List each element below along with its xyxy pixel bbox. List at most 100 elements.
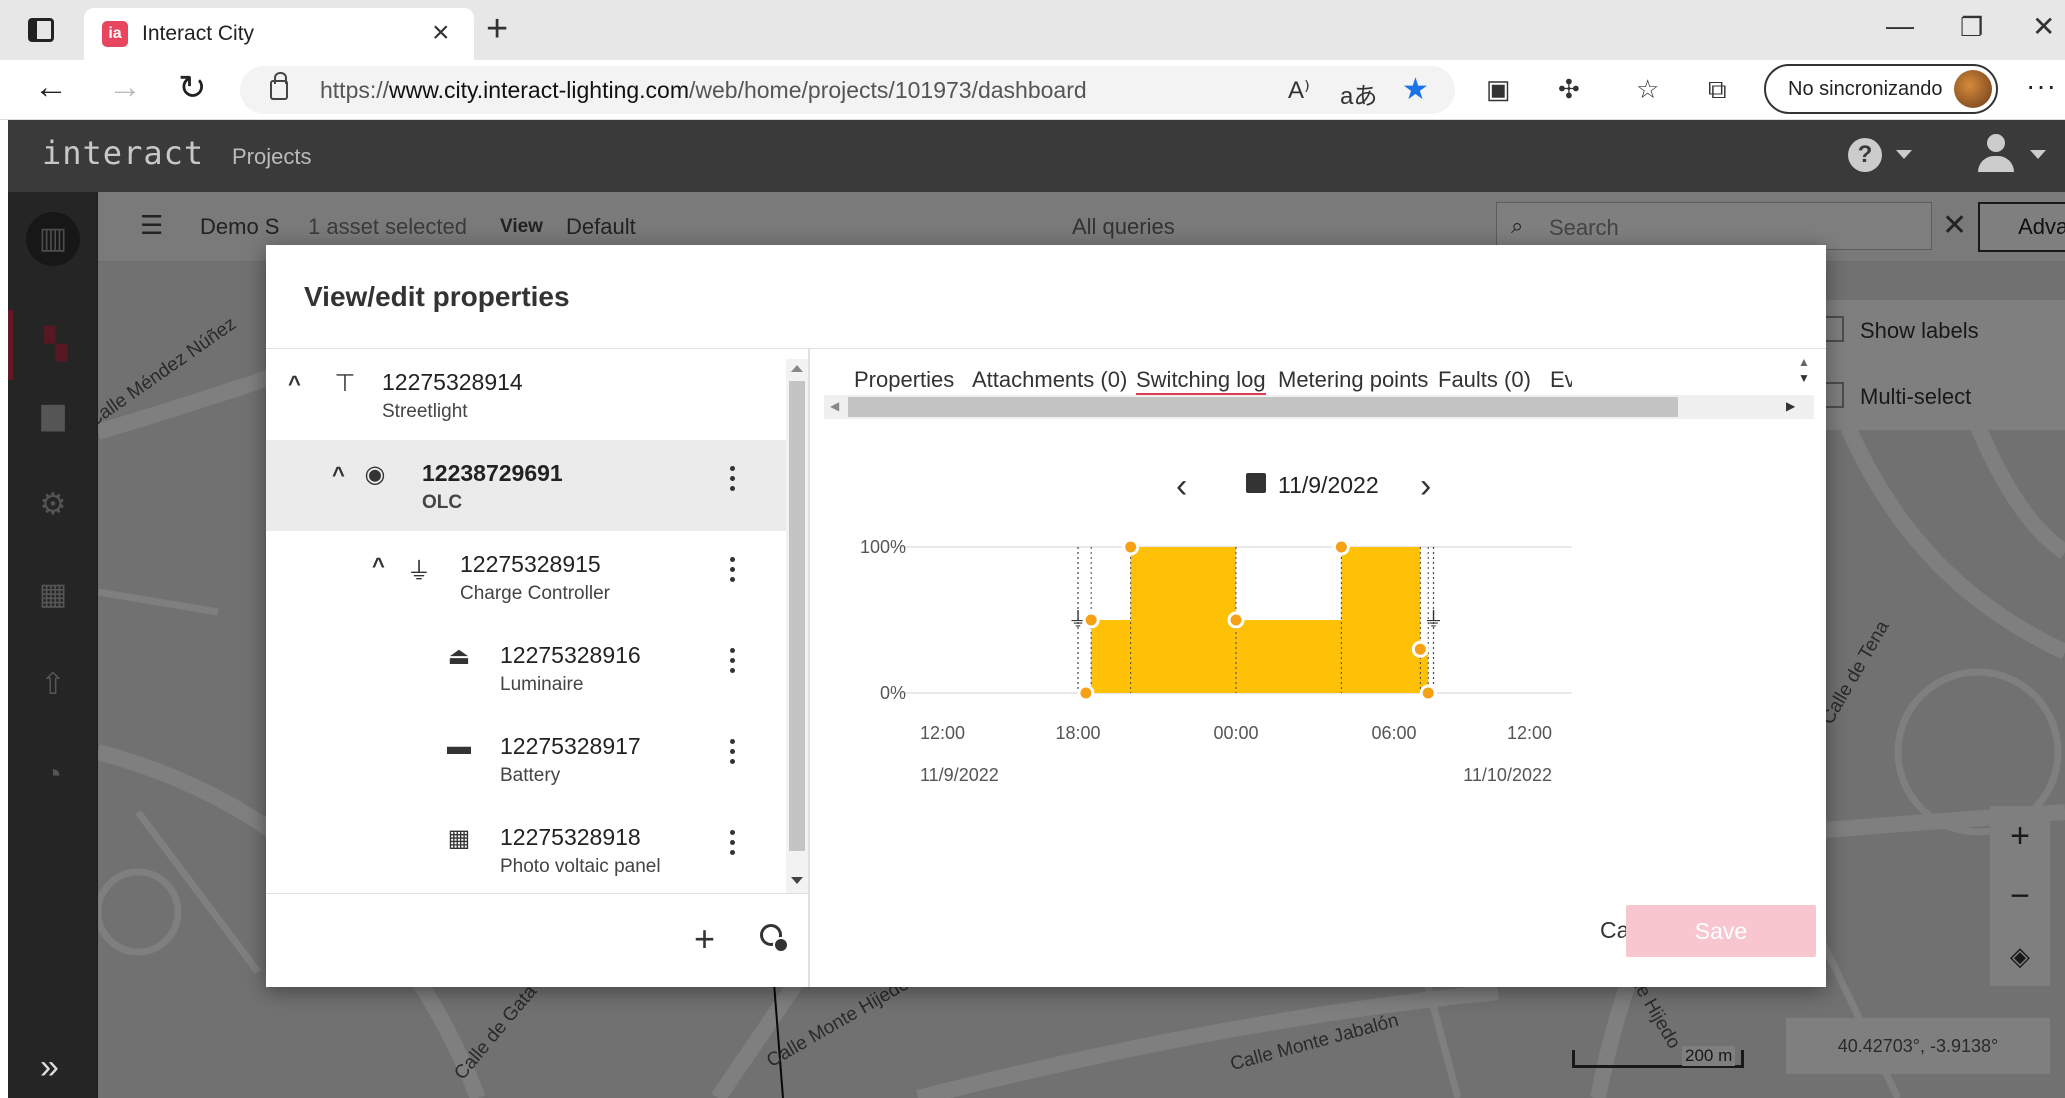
forward-icon[interactable]: → — [108, 68, 142, 107]
scroll-left-icon[interactable]: ◀ — [830, 399, 839, 413]
data-point — [1332, 538, 1350, 556]
tab-horizontal-scrollbar[interactable]: ◀ ▶ — [824, 395, 1814, 419]
tab-events[interactable]: Ev — [1550, 367, 1572, 393]
solar-panel-icon: ▦ — [447, 825, 471, 852]
scrollbar-thumb[interactable] — [789, 381, 805, 851]
nav-projects[interactable]: Projects — [232, 144, 311, 170]
extension-shield-icon[interactable]: ▣ — [1486, 74, 1511, 105]
favicon-icon: ia — [102, 21, 128, 47]
asset-id: 12275328918 — [500, 824, 641, 850]
profile-sync-button[interactable]: No sincronizando — [1764, 64, 1998, 114]
detail-panel: Properties Attachments (0) Switching log… — [812, 349, 1826, 987]
locate-on-map-icon[interactable] — [760, 924, 789, 953]
tab-switching-log[interactable]: Switching log — [1136, 367, 1266, 396]
more-options-icon[interactable] — [722, 553, 742, 593]
app-header: interact Projects ? — [8, 120, 2065, 192]
asset-type: Charge Controller — [460, 583, 610, 604]
window-close-icon[interactable]: ✕ — [2032, 10, 2055, 43]
data-point — [1227, 611, 1245, 629]
data-point — [1411, 640, 1429, 658]
help-caret-icon[interactable] — [1896, 150, 1912, 159]
asset-type: OLC — [422, 492, 463, 513]
scroll-right-icon[interactable]: ▶ — [1786, 399, 1795, 413]
read-aloud-icon[interactable]: A⁾ — [1288, 76, 1310, 105]
asset-tree[interactable]: ^ ⊤ 12275328914 Streetlight ^ ◉ 12238729… — [266, 349, 810, 893]
favorite-star-icon[interactable]: ★ — [1402, 72, 1429, 107]
scroll-up-icon[interactable] — [791, 365, 803, 372]
browser-toolbar: ← → ↻ https://www.city.interact-lighting… — [0, 60, 2065, 120]
tab-close-icon[interactable]: × — [432, 16, 450, 50]
tree-item-olc[interactable]: ^ ◉ 12238729691 OLC — [266, 440, 786, 531]
asset-type: Photo voltaic panel — [500, 856, 661, 877]
asset-type: Battery — [500, 765, 561, 786]
user-caret-icon[interactable] — [2030, 150, 2046, 159]
olc-icon: ◉ — [364, 461, 386, 488]
chevron-up-icon[interactable]: ^ — [372, 553, 385, 579]
address-bar[interactable]: https://www.city.interact-lighting.com/w… — [240, 66, 1455, 114]
asset-tree-panel: ^ ⊤ 12275328914 Streetlight ^ ◉ 12238729… — [266, 349, 810, 987]
tab-attachments[interactable]: Attachments (0) — [972, 367, 1127, 393]
y-tick-label: 0% — [880, 683, 906, 703]
browser-tab-bar: ia Interact City × + — ❐ ✕ — [0, 0, 2065, 60]
switching-area — [1085, 547, 1434, 693]
date-label[interactable]: 11/9/2022 — [1278, 472, 1379, 499]
tree-item-charge-controller[interactable]: ^ ⏚ 12275328915 Charge Controller — [266, 531, 786, 622]
data-point — [1082, 611, 1100, 629]
y-tick-label: 100% — [860, 537, 906, 557]
data-point — [1419, 684, 1437, 702]
avatar — [1954, 70, 1992, 108]
translate-icon[interactable]: aあ — [1340, 76, 1377, 111]
calendar-icon[interactable] — [1246, 473, 1266, 493]
x-tick-label: 12:00 — [920, 723, 965, 743]
date-navigator: ‹ 11/9/2022 › — [812, 467, 1826, 507]
tab-metering-points[interactable]: Metering points — [1278, 367, 1428, 393]
scrollbar-thumb[interactable] — [848, 397, 1678, 417]
more-options-icon[interactable] — [722, 735, 742, 775]
tab-scroll-down-icon[interactable]: ▼ — [1798, 371, 1810, 385]
dialog-header: View/edit properties — [266, 245, 1826, 349]
favorites-icon[interactable]: ☆ — [1636, 74, 1659, 105]
chevron-up-icon[interactable]: ^ — [332, 462, 345, 488]
url-text[interactable]: https://www.city.interact-lighting.com/w… — [320, 77, 1087, 104]
more-options-icon[interactable] — [722, 462, 742, 502]
more-options-icon[interactable] — [722, 644, 742, 684]
next-day-icon[interactable]: › — [1420, 467, 1431, 506]
browser-tab[interactable]: ia Interact City × — [84, 8, 474, 60]
app-logo[interactable]: interact — [42, 134, 204, 172]
expand-sidebar-icon[interactable]: » — [40, 1048, 59, 1087]
back-icon[interactable]: ← — [34, 68, 68, 107]
help-icon[interactable]: ? — [1848, 138, 1882, 172]
minimize-icon[interactable]: — — [1886, 10, 1914, 42]
new-tab-icon[interactable]: + — [486, 8, 508, 51]
user-icon[interactable] — [1978, 134, 2014, 174]
save-button[interactable]: Save — [1626, 905, 1816, 957]
x-tick-label: 06:00 — [1371, 723, 1416, 743]
tree-item-luminaire[interactable]: ⏏ 12275328916 Luminaire — [266, 622, 786, 713]
tree-scrollbar[interactable] — [786, 359, 808, 893]
tab-faults[interactable]: Faults (0) — [1438, 367, 1531, 393]
add-asset-icon[interactable]: + — [694, 918, 715, 960]
tab-scroll-up-icon[interactable]: ▲ — [1798, 355, 1810, 369]
restore-icon[interactable]: ❐ — [1960, 12, 1983, 43]
more-options-icon[interactable]: ··· — [2026, 70, 2057, 102]
refresh-icon[interactable]: ↻ — [178, 68, 207, 108]
sync-label: No sincronizando — [1788, 78, 1943, 100]
tree-item-streetlight[interactable]: ^ ⊤ 12275328914 Streetlight — [266, 349, 786, 440]
asset-id: 12275328917 — [500, 733, 641, 759]
lock-icon[interactable] — [270, 72, 288, 100]
tab-actions-icon[interactable] — [28, 18, 54, 42]
extensions-icon[interactable]: ✣ — [1558, 74, 1580, 105]
scroll-down-icon[interactable] — [791, 877, 803, 884]
chevron-up-icon[interactable]: ^ — [288, 371, 301, 397]
x-date-label: 11/10/2022 — [1463, 765, 1552, 785]
tab-properties[interactable]: Properties — [854, 367, 954, 393]
tab-title: Interact City — [142, 22, 255, 45]
previous-day-icon[interactable]: ‹ — [1176, 467, 1187, 506]
lamp-event-icon: ⏚ — [1424, 609, 1444, 631]
x-tick-label: 12:00 — [1507, 723, 1552, 743]
tree-item-battery[interactable]: ▬ 12275328917 Battery — [266, 713, 786, 804]
tree-item-photovoltaic-panel[interactable]: ▦ 12275328918 Photo voltaic panel — [266, 804, 786, 893]
more-options-icon[interactable] — [722, 826, 742, 866]
x-date-label: 11/9/2022 — [920, 765, 999, 785]
collections-icon[interactable]: ⧉ — [1708, 74, 1727, 106]
